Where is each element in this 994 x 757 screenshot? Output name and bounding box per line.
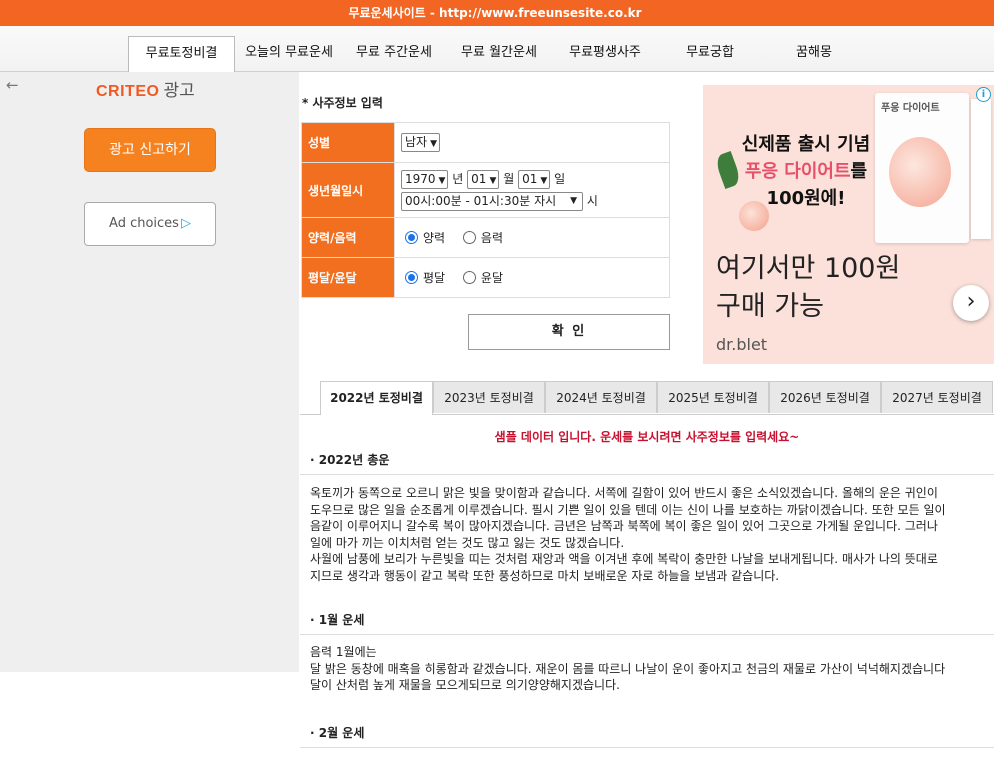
info-icon[interactable]: i — [976, 87, 991, 102]
nav-tab-compatibility[interactable]: 무료궁합 — [672, 36, 748, 72]
adchoices-label: Ad choices — [109, 216, 179, 231]
ad-headline: 신제품 출시 기념 푸응 다이어트를 100원에! — [721, 131, 891, 212]
year-tabs: 2022년 토정비결 2023년 토정비결 2024년 토정비결 2025년 토… — [300, 380, 994, 415]
body-line: 달이 산처럼 높게 재물을 모으게되므로 의기양양해지겠습니다. — [310, 678, 620, 692]
leap-month-label: 윤달 — [480, 271, 504, 285]
year-value: 1970 — [405, 171, 436, 186]
adchoices-button[interactable]: Ad choices ▷ — [84, 202, 216, 246]
body-line: 도우므로 많은 일을 순조롭게 이루겠습니다. 필시 기쁜 일이 있을 텐데 이… — [310, 502, 946, 517]
tab-2024[interactable]: 2024년 토정비결 — [545, 381, 657, 413]
year-select[interactable]: 1970 ▼ — [401, 169, 449, 189]
body-line: 지므로 생각과 행동이 같고 복락 또한 풍성하므로 마치 보배로운 자로 하늘… — [310, 568, 780, 583]
product-ad-banner[interactable]: 푸응 다이어트 신제품 출시 기념 푸응 다이어트를 100원에! 여기서만 1… — [703, 85, 994, 364]
product-side-box — [971, 99, 991, 239]
year-unit: 년 — [452, 171, 464, 186]
body-line: 음력 1월에는 — [310, 645, 377, 659]
back-arrow-icon[interactable]: ← — [6, 76, 19, 94]
ad-main-line2: 구매 가능 — [716, 291, 824, 322]
nav-tab-today[interactable]: 오늘의 무료운세 — [238, 36, 340, 72]
nav-tab-tojeong[interactable]: 무료토정비결 — [128, 36, 235, 73]
section-heading: · 2022년 총운 — [310, 453, 390, 467]
ad-main-text: 여기서만 100원 구매 가능 — [716, 250, 900, 326]
section-body-month1: 음력 1월에는 달 밝은 동창에 매혹을 히롱함과 같겠습니다. 재운이 몸를 … — [310, 644, 994, 694]
body-line: 사월에 남풍에 보리가 누른빛을 띠는 것처럼 재앙과 액을 이겨낸 후에 복락… — [310, 552, 938, 566]
section-body-yearly: 옥토끼가 동쪽으로 오르니 맑은 빛을 맞이함과 같습니다. 서쪽에 길함이 있… — [310, 485, 994, 584]
nav-tab-monthly[interactable]: 무료 월간운세 — [452, 36, 546, 72]
ad-headline-line3: 100원에! — [766, 188, 846, 209]
solar-label: 양력 — [423, 231, 446, 245]
normal-month-radio[interactable] — [405, 271, 418, 284]
ad-headline-product: 푸응 다이어트 — [744, 161, 851, 182]
solar-radio[interactable] — [405, 231, 418, 244]
peach-image — [889, 137, 951, 207]
adchoices-triangle-icon: ▷ — [180, 216, 191, 231]
body-line: 일에 마가 끼는 이치처럼 얻는 것도 많고 잃는 것도 많겠습니다. — [310, 535, 625, 550]
body-line: 음같이 이루어지니 갈수록 복이 많아지겠습니다. 금년은 남쪽과 북쪽에 복이… — [310, 519, 938, 533]
body-line: 옥토끼가 동쪽으로 오르니 맑은 빛을 맞이함과 같습니다. 서쪽에 길함이 있… — [310, 486, 938, 500]
nav-tab-dream[interactable]: 꿈해몽 — [782, 36, 846, 72]
time-unit: 시 — [586, 193, 598, 208]
day-value: 01 — [522, 171, 538, 186]
chevron-right-icon[interactable]: › — [953, 285, 989, 321]
saju-form: 성별 남자 ▼ 생년월일시 1970 ▼ 년 01 ▼ 월 01 ▼ 일 00시:00분… — [301, 122, 670, 298]
leap-label: 평달/윤달 — [301, 257, 395, 298]
nav-tab-weekly[interactable]: 무료 주간운세 — [348, 36, 440, 72]
section-divider — [300, 634, 994, 635]
product-label: 푸응 다이어트 — [881, 103, 940, 114]
site-banner-text: 무료운세사이트 - http://www.freeunsesite.co.kr — [348, 6, 642, 20]
chevron-down-icon: ▼ — [489, 175, 497, 186]
tab-2026[interactable]: 2026년 토정비결 — [769, 381, 881, 413]
main-nav: 무료토정비결 오늘의 무료운세 무료 주간운세 무료 월간운세 무료평생사주 무… — [0, 26, 994, 73]
chevron-down-icon: ▼ — [438, 175, 446, 186]
section-divider — [300, 474, 994, 475]
form-title: * 사주정보 입력 — [302, 96, 383, 110]
report-ad-button[interactable]: 광고 신고하기 — [84, 128, 216, 172]
ad-headline-particle: 를 — [850, 161, 868, 182]
chevron-down-icon: ▼ — [540, 175, 548, 186]
month-value: 01 — [471, 171, 487, 186]
time-value: 00시:00분 - 01시:30분 자시 — [405, 193, 557, 208]
section-divider — [300, 747, 994, 748]
normal-month-label: 평달 — [423, 271, 446, 285]
time-select[interactable]: 00시:00분 - 01시:30분 자시 ▼ — [401, 191, 583, 211]
sample-notice: 샘플 데이터 입니다. 운세를 보시려면 사주정보를 입력세요~ — [494, 430, 800, 444]
tab-2022[interactable]: 2022년 토정비결 — [320, 381, 433, 415]
body-line: 달 밝은 동창에 매혹을 히롱함과 같겠습니다. 재운이 몸를 따르니 나날이 … — [310, 661, 946, 676]
nav-tab-lifetime[interactable]: 무료평생사주 — [560, 36, 650, 72]
criteo-brand: CRITEO — [96, 83, 160, 100]
tab-2025[interactable]: 2025년 토정비결 — [657, 381, 769, 413]
month-select[interactable]: 01 ▼ — [467, 169, 500, 189]
tab-2023[interactable]: 2023년 토정비결 — [433, 381, 545, 413]
ad-main-line1: 여기서만 100원 — [716, 253, 901, 284]
chevron-down-icon: ▼ — [570, 195, 577, 206]
leap-month-radio[interactable] — [462, 271, 476, 284]
ad-domain: dr.blet — [716, 335, 768, 354]
chevron-down-icon: ▼ — [430, 139, 438, 149]
section-heading: · 2월 운세 — [310, 726, 365, 740]
section-heading: · 1월 운세 — [310, 613, 365, 627]
ad-headline-line1: 신제품 출시 기념 — [741, 134, 871, 155]
ad-label: 광고 — [163, 81, 195, 101]
site-banner: 무료운세사이트 - http://www.freeunsesite.co.kr — [0, 0, 994, 26]
side-ad-panel: ← CRITEO 광고 광고 신고하기 Ad choices ▷ — [0, 72, 299, 672]
confirm-button[interactable]: 확 인 — [468, 314, 670, 350]
day-select[interactable]: 01 ▼ — [518, 169, 551, 189]
tab-2027[interactable]: 2027년 토정비결 — [881, 381, 993, 413]
day-unit: 일 — [554, 171, 566, 186]
criteo-logo: CRITEO 광고 — [96, 76, 195, 101]
month-unit: 월 — [503, 171, 515, 186]
birth-label: 생년월일시 — [301, 162, 395, 218]
gender-label: 성별 — [301, 122, 395, 163]
lunar-radio[interactable] — [462, 231, 476, 244]
gender-value: 남자 — [405, 135, 428, 149]
lunar-label: 음력 — [480, 231, 504, 245]
gender-select[interactable]: 남자 ▼ — [401, 133, 441, 152]
calendar-label: 양력/음력 — [301, 217, 395, 258]
